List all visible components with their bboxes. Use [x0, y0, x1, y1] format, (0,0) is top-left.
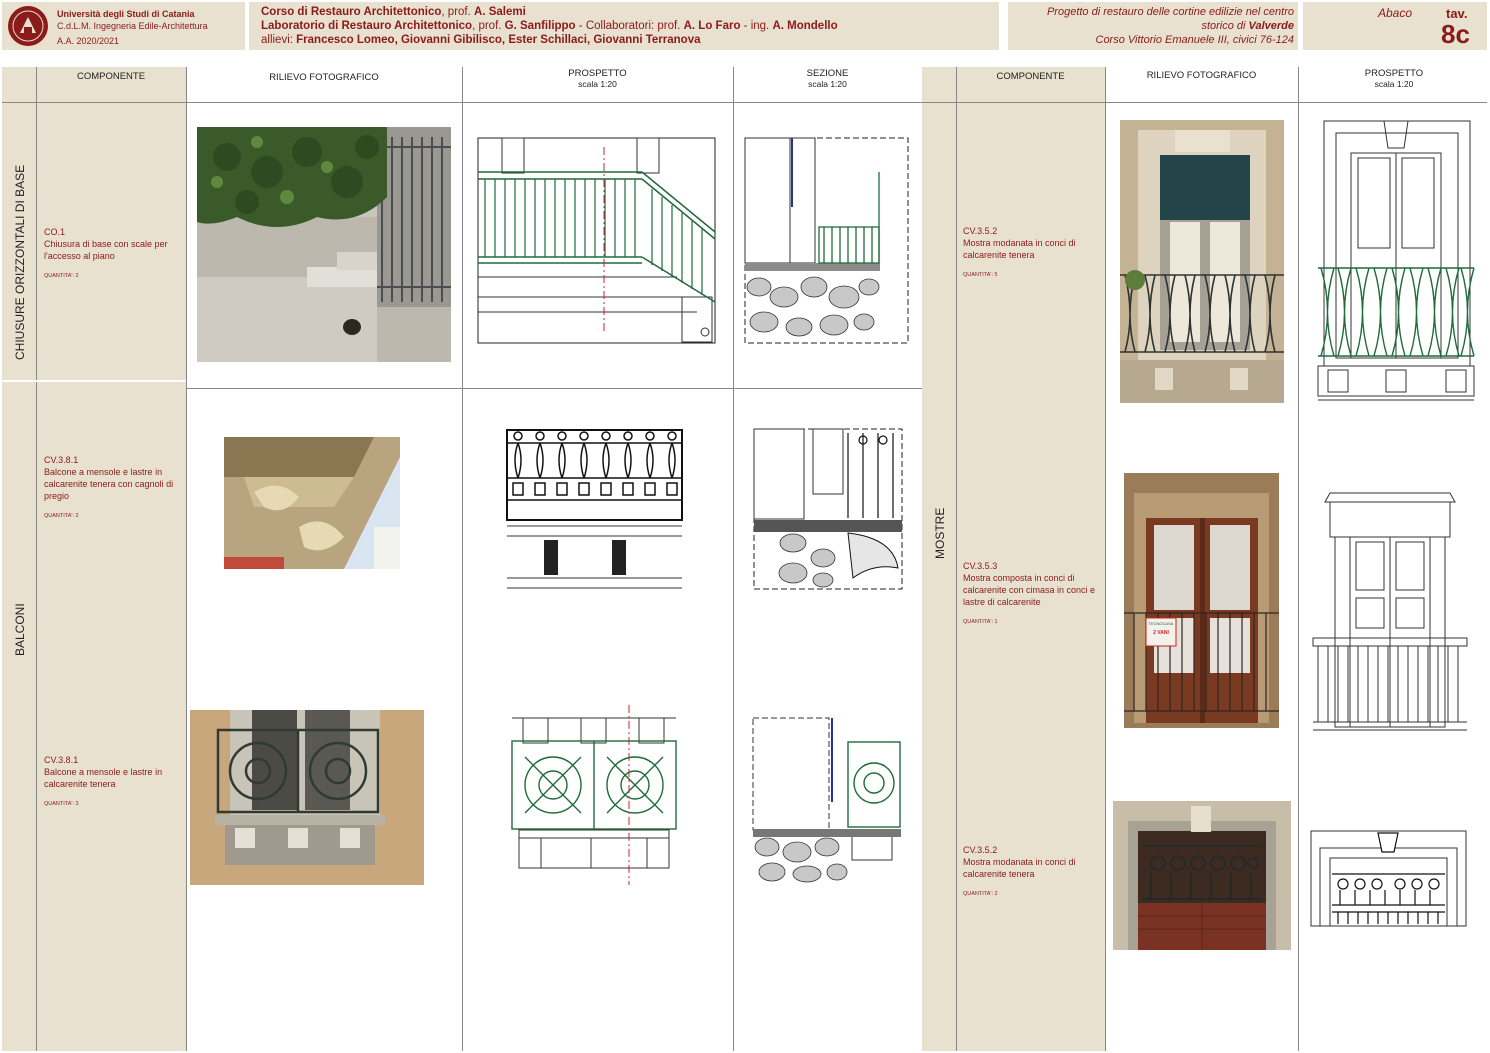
project-place-line: storico di Valverde: [1201, 20, 1294, 32]
drawing-prospetto-garage: [1310, 830, 1467, 928]
photo-stair-base: [197, 127, 451, 362]
col-rilievo-right: RILIEVO FOTOGRAFICO: [1146, 70, 1257, 81]
project-place: Valverde: [1248, 20, 1294, 32]
col-rilievo-left: RILIEVO FOTOGRAFICO: [269, 72, 379, 83]
lab-professor: G. Sanfilippo: [504, 20, 576, 32]
component-cv381-a: CV.3.8.1 Balcone a mensole e lastre in c…: [44, 455, 174, 519]
drawing-prospetto-ornate: [506, 428, 683, 590]
drawing-prospetto-stair: [477, 137, 717, 345]
header-tav-box: Abaco tav. 8c: [1303, 2, 1487, 50]
header-course-box: Corso di Restauro Architettonico, prof. …: [249, 2, 999, 50]
drawing-sezione-stair: [744, 137, 910, 345]
project-title: Progetto di restauro delle cortine edili…: [1046, 6, 1294, 18]
section-chiusure: CHIUSURE ORIZZONTALI DI BASE: [13, 164, 27, 360]
component-co1: CO.1 Chiusura di base con scale per l'ac…: [44, 226, 179, 282]
drawing-prospetto-door: [1310, 490, 1470, 738]
lab-title: Laboratorio di Restauro Architettonico: [261, 20, 473, 32]
photo-door-sign: TECNOCASA 2 VANI: [1124, 473, 1279, 728]
col-prospetto-left: PROSPETTO scala 1:20: [568, 68, 627, 89]
col-componente-right: COMPONENTE: [996, 71, 1065, 82]
students-names: Francesco Lomeo, Giovanni Gibilisco, Est…: [296, 34, 701, 46]
university-name: Università degli Studi di Catania: [57, 9, 195, 19]
photo-balcony-corbel: [224, 437, 400, 569]
photo-window-shutter: [1120, 120, 1284, 403]
col-componente-left: COMPONENTE: [76, 71, 146, 82]
section-balconi: BALCONI: [13, 603, 27, 656]
component-qty: QUANTITA': 2: [44, 273, 79, 279]
header-project-box: Progetto di restauro delle cortine edili…: [1008, 2, 1298, 50]
course-degree: C.d.L.M. Ingegneria Edile-Architettura: [57, 21, 208, 31]
drawing-sezione-ornate: [753, 428, 903, 590]
section-mostre: MOSTRE: [933, 507, 947, 559]
course-title: Corso di Restauro Architettonico: [261, 6, 442, 18]
drawing-sezione-circle: [752, 717, 902, 883]
university-seal-icon: [6, 5, 50, 47]
sign-brand: TECNOCASA: [1149, 621, 1174, 626]
component-cv352-b: CV.3.5.2 Mostra modanata in conci di cal…: [963, 845, 1076, 897]
sign-rooms: 2 VANI: [1153, 630, 1169, 636]
abaco-label: Abaco: [1378, 6, 1413, 20]
header-university-box: Università degli Studi di Catania C.d.L.…: [2, 2, 245, 50]
academic-year: A.A. 2020/2021: [57, 36, 120, 46]
lab-line: Laboratorio di Restauro Architettonico, …: [261, 20, 838, 32]
photo-balcony-railing: [190, 710, 424, 885]
drawing-prospetto-window: [1316, 118, 1476, 410]
project-address: Corso Vittorio Emanuele III, civici 76-1…: [1095, 34, 1295, 46]
col-sezione: SEZIONE scala 1:20: [806, 68, 849, 89]
col-prospetto-right: PROSPETTO scala 1:20: [1364, 68, 1424, 89]
course-line: Corso di Restauro Architettonico, prof. …: [261, 6, 526, 18]
left-section-band: [2, 67, 186, 1051]
tav-number: 8c: [1441, 19, 1470, 49]
component-code: CO.1: [44, 227, 66, 237]
component-desc: Chiusura di base con scale per l'accesso…: [44, 239, 168, 261]
drawing-prospetto-circle: [511, 705, 677, 887]
course-professor: A. Salemi: [474, 6, 526, 18]
component-cv353: CV.3.5.3 Mostra composta in conci di cal…: [963, 561, 1096, 625]
component-cv352-a: CV.3.5.2 Mostra modanata in conci di cal…: [963, 226, 1076, 278]
students-line: allievi: Francesco Lomeo, Giovanni Gibil…: [261, 34, 701, 46]
photo-garage-grille: [1113, 801, 1291, 950]
component-cv381-b: CV.3.8.1 Balcone a mensole e lastre in c…: [44, 755, 163, 807]
right-section-band: [922, 67, 1105, 1051]
